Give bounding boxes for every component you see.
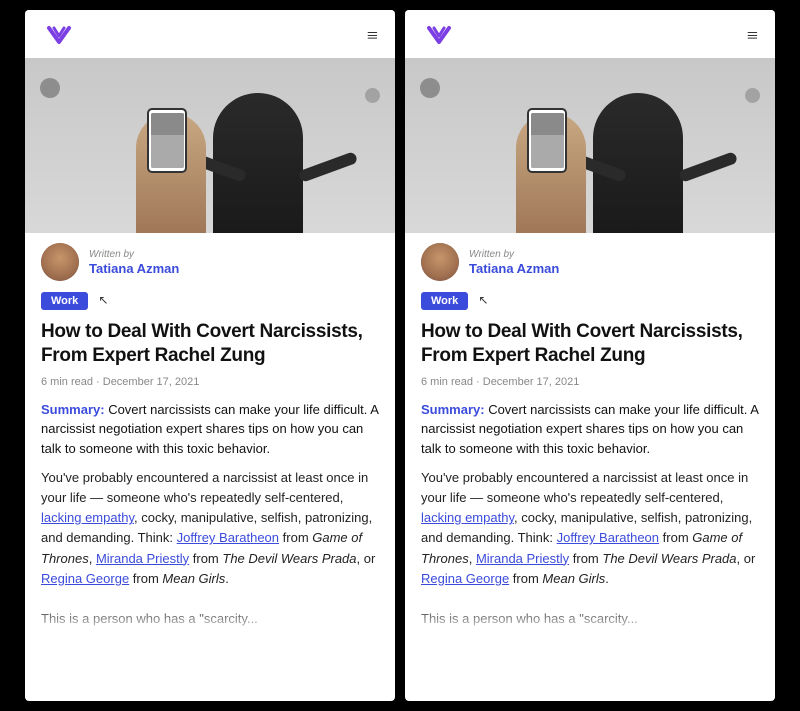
article-image-right	[405, 58, 775, 233]
summary-label-left: Summary:	[41, 402, 105, 417]
screenshot-container: ≡	[0, 0, 800, 711]
link3-right[interactable]: Miranda Priestly	[476, 551, 569, 566]
meta-row-right: 6 min read · December 17, 2021	[405, 374, 775, 396]
body4-right: ,	[469, 551, 476, 566]
article-image-left	[25, 58, 395, 233]
italic3-right: Mean Girls	[542, 571, 605, 586]
body8-left: .	[225, 571, 229, 586]
link2-right[interactable]: Joffrey Baratheon	[557, 530, 659, 545]
body5-right: from	[569, 551, 602, 566]
author-avatar-right	[421, 243, 459, 281]
body-text-right: You've probably encountered a narcissist…	[405, 466, 775, 635]
link1-right[interactable]: lacking empathy	[421, 510, 514, 525]
phone-panel-right: ≡	[405, 10, 775, 701]
author-name-left[interactable]: Tatiana Azman	[89, 261, 179, 276]
phone-panel-left: ≡	[25, 10, 395, 701]
body7-left: from	[129, 571, 162, 586]
logo-left	[41, 24, 77, 48]
author-row-right: Written by Tatiana Azman	[405, 233, 775, 287]
body6-left: , or	[357, 551, 376, 566]
body4-left: ,	[89, 551, 96, 566]
author-info-right: Written by Tatiana Azman	[469, 249, 559, 276]
link1-left[interactable]: lacking empathy	[41, 510, 134, 525]
summary-label-right: Summary:	[421, 402, 485, 417]
author-row-left: Written by Tatiana Azman	[25, 233, 395, 287]
link4-right[interactable]: Regina George	[421, 571, 509, 586]
tag-badge-right[interactable]: Work	[421, 292, 468, 310]
body5-left: from	[189, 551, 222, 566]
italic2-left: The Devil Wears Prada	[222, 551, 356, 566]
body1-right: You've probably encountered a narcissist…	[421, 470, 748, 505]
meta-row-left: 6 min read · December 17, 2021	[25, 374, 395, 396]
link2-left[interactable]: Joffrey Baratheon	[177, 530, 279, 545]
body1-left: You've probably encountered a narcissist…	[41, 470, 368, 505]
author-avatar-left	[41, 243, 79, 281]
body9-right: This is a person who has a "scarcity...	[421, 611, 638, 626]
author-info-left: Written by Tatiana Azman	[89, 249, 179, 276]
written-by-left: Written by	[89, 249, 179, 260]
header-left: ≡	[25, 10, 395, 58]
author-name-right[interactable]: Tatiana Azman	[469, 261, 559, 276]
hamburger-icon-left[interactable]: ≡	[367, 25, 379, 48]
cursor-left: ↖	[98, 293, 108, 307]
body8-right: .	[605, 571, 609, 586]
italic3-left: Mean Girls	[162, 571, 225, 586]
italic2-right: The Devil Wears Prada	[602, 551, 736, 566]
article-title-left: How to Deal With Covert Narcissists, Fro…	[25, 316, 395, 374]
body9-left: This is a person who has a "scarcity...	[41, 611, 258, 626]
summary-block-right: Summary: Covert narcissists can make you…	[405, 396, 775, 467]
body-text-left: You've probably encountered a narcissist…	[25, 466, 395, 635]
link3-left[interactable]: Miranda Priestly	[96, 551, 189, 566]
body6-right: , or	[737, 551, 756, 566]
hamburger-icon-right[interactable]: ≡	[747, 25, 759, 48]
header-right: ≡	[405, 10, 775, 58]
link4-left[interactable]: Regina George	[41, 571, 129, 586]
cursor-right: ↖	[478, 293, 488, 307]
article-title-right: How to Deal With Covert Narcissists, Fro…	[405, 316, 775, 374]
body3-left: from	[279, 530, 312, 545]
body7-right: from	[509, 571, 542, 586]
logo-right	[421, 24, 457, 48]
written-by-right: Written by	[469, 249, 559, 260]
tag-badge-left[interactable]: Work	[41, 292, 88, 310]
summary-block-left: Summary: Covert narcissists can make you…	[25, 396, 395, 467]
tag-row-right: Work ↖	[405, 287, 775, 316]
tag-row-left: Work ↖	[25, 287, 395, 316]
body3-right: from	[659, 530, 692, 545]
